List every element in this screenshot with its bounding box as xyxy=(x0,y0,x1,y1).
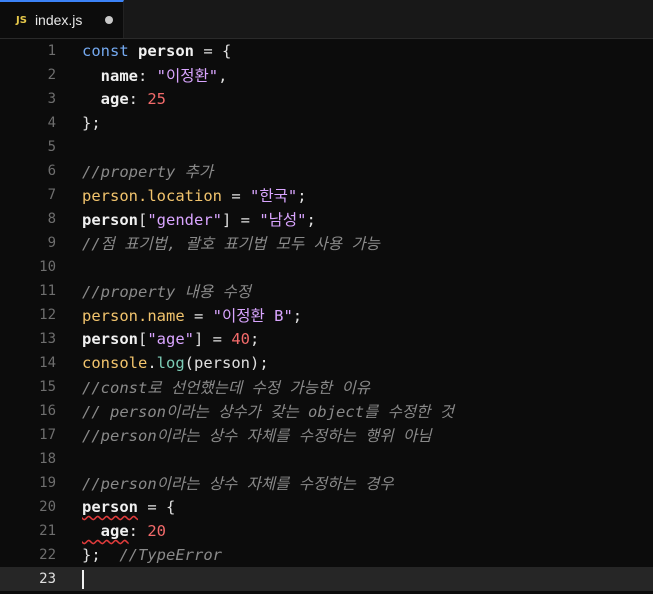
code-text: //person이라는 상수 자체를 수정하는 행위 아님 xyxy=(82,427,432,445)
code-text: age: 20 xyxy=(82,522,167,540)
line-number: 1 xyxy=(47,43,56,59)
line-number: 18 xyxy=(39,451,56,467)
code-text: }; //TypeError xyxy=(82,546,222,564)
code-text: //const로 선언했는데 수정 가능한 이유 xyxy=(82,379,371,397)
line-number: 13 xyxy=(39,331,56,347)
line-number: 3 xyxy=(47,91,56,107)
code-line[interactable]: 3 age: 25 xyxy=(0,87,653,111)
code-text: }; xyxy=(82,114,101,132)
line-number: 6 xyxy=(47,163,56,179)
code-text: //점 표기법, 괄호 표기법 모두 사용 가능 xyxy=(82,235,380,253)
code-text: person.location = "한국"; xyxy=(82,187,307,205)
code-text: const person = { xyxy=(82,42,232,60)
js-file-icon: JS xyxy=(16,14,27,26)
code-text: age: 25 xyxy=(82,90,167,108)
code-text: //property 추가 xyxy=(82,163,214,181)
code-line[interactable]: 17 //person이라는 상수 자체를 수정하는 행위 아님 xyxy=(0,423,653,447)
code-text xyxy=(82,569,84,589)
line-number: 12 xyxy=(39,307,56,323)
code-editor[interactable]: 1 const person = { 2 name: "이정환", 3 age:… xyxy=(0,39,653,594)
code-line[interactable]: 22 }; //TypeError xyxy=(0,543,653,567)
line-number: 8 xyxy=(47,211,56,227)
error-squiggle: age xyxy=(82,522,129,540)
code-text: //property 내용 수정 xyxy=(82,283,252,301)
code-line[interactable]: 8 person["gender"] = "남성"; xyxy=(0,207,653,231)
text-cursor xyxy=(82,569,84,589)
code-line[interactable]: 15 //const로 선언했는데 수정 가능한 이유 xyxy=(0,375,653,399)
code-line[interactable]: 18 xyxy=(0,447,653,471)
error-squiggle: person xyxy=(82,498,138,516)
code-line[interactable]: 13 person["age"] = 40; xyxy=(0,327,653,351)
line-number: 22 xyxy=(39,547,56,563)
code-line[interactable]: 12 person.name = "이정환 B"; xyxy=(0,303,653,327)
line-number: 23 xyxy=(39,571,56,587)
code-text: person["age"] = 40; xyxy=(82,330,260,348)
line-number: 20 xyxy=(39,499,56,515)
line-number: 19 xyxy=(39,475,56,491)
line-number: 14 xyxy=(39,355,56,371)
code-line[interactable]: 1 const person = { xyxy=(0,39,653,63)
line-number: 15 xyxy=(39,379,56,395)
code-line[interactable]: 5 xyxy=(0,135,653,159)
code-text: person = { xyxy=(82,498,176,516)
line-number: 10 xyxy=(39,259,56,275)
code-text: name: "이정환", xyxy=(82,67,228,85)
line-number: 4 xyxy=(47,115,56,131)
code-line[interactable]: 2 name: "이정환", xyxy=(0,63,653,87)
unsaved-dot-icon[interactable] xyxy=(105,16,113,24)
code-text: person["gender"] = "남성"; xyxy=(82,211,316,229)
line-number: 9 xyxy=(47,235,56,251)
line-number: 7 xyxy=(47,187,56,203)
code-line[interactable]: 6 //property 추가 xyxy=(0,159,653,183)
code-line[interactable]: 16 // person이라는 상수가 갖는 object를 수정한 것 xyxy=(0,399,653,423)
tab-index-js[interactable]: JS index.js xyxy=(0,0,124,38)
code-text: //person이라는 상수 자체를 수정하는 경우 xyxy=(82,475,394,493)
line-number: 2 xyxy=(47,67,56,83)
line-number: 5 xyxy=(47,139,56,155)
code-line-current[interactable]: 23 xyxy=(0,567,653,591)
code-line[interactable]: 20 person = { xyxy=(0,495,653,519)
code-line[interactable]: 21 age: 20 xyxy=(0,519,653,543)
code-line[interactable]: 10 xyxy=(0,255,653,279)
code-text: person.name = "이정환 B"; xyxy=(82,307,303,325)
line-number: 11 xyxy=(39,283,56,299)
line-number: 21 xyxy=(39,523,56,539)
code-text: // person이라는 상수가 갖는 object를 수정한 것 xyxy=(82,403,455,421)
code-line[interactable]: 11 //property 내용 수정 xyxy=(0,279,653,303)
code-line[interactable]: 4 }; xyxy=(0,111,653,135)
tab-bar: JS index.js xyxy=(0,0,653,39)
tab-filename: index.js xyxy=(34,12,83,28)
line-number: 17 xyxy=(39,427,56,443)
code-text: console.log(person); xyxy=(82,354,269,372)
code-line[interactable]: 19 //person이라는 상수 자체를 수정하는 경우 xyxy=(0,471,653,495)
code-line[interactable]: 14 console.log(person); xyxy=(0,351,653,375)
line-number: 16 xyxy=(39,403,56,419)
code-line[interactable]: 9 //점 표기법, 괄호 표기법 모두 사용 가능 xyxy=(0,231,653,255)
code-line[interactable]: 7 person.location = "한국"; xyxy=(0,183,653,207)
